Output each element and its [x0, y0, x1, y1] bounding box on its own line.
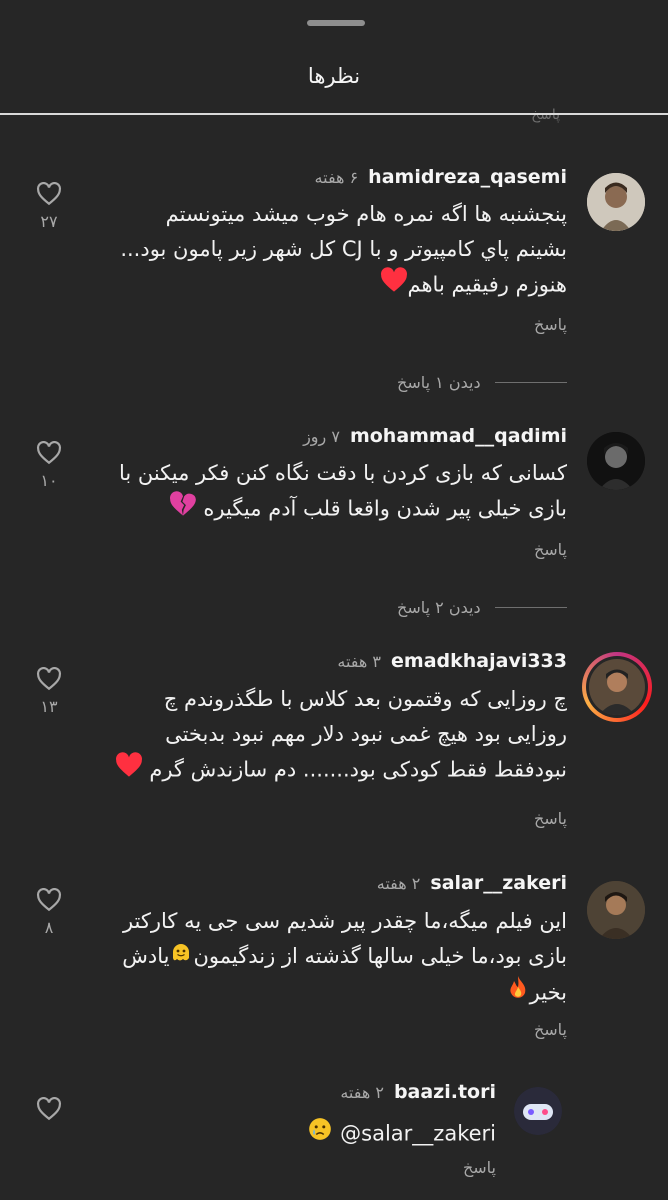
heart-red-emoji [115, 752, 143, 789]
timestamp: ۲ هفته [340, 1083, 384, 1102]
like-button[interactable]: ۲۷ [29, 182, 69, 231]
like-count: ۱۰ [40, 471, 58, 490]
avatar[interactable] [587, 881, 645, 939]
comment-text: کسانی که بازی کردن با دقت نگاه کنن فکر م… [118, 461, 567, 485]
reply-link[interactable]: پاسخ [534, 315, 567, 334]
header-divider [0, 113, 668, 115]
heart-outline-icon [37, 1097, 61, 1121]
heart-outline-icon [37, 441, 61, 465]
view-replies-link[interactable]: دیدن ۱ پاسخ [397, 373, 567, 392]
like-count: ۱۳ [40, 697, 58, 716]
fire-emoji [506, 975, 530, 1012]
heart-red-emoji [380, 267, 408, 304]
reply-link[interactable]: پاسخ [534, 540, 567, 559]
username[interactable]: hamidreza_qasemi [368, 166, 567, 188]
comment-text: نبودفقط فقط کودکی بود....... دم سازندش گ… [149, 757, 567, 782]
comment-text: این فیلم میگه،ما چقدر پیر شدیم سی جی یه … [122, 909, 567, 933]
comment-text: یادش [122, 944, 170, 968]
comment-text: هنوزم رفیقیم باهم [407, 272, 568, 297]
comment-text: بازی بود،ما خیلی سالها گذشته از زندگیمون [193, 944, 567, 968]
avatar[interactable] [587, 432, 645, 490]
like-button[interactable]: ۱۰ [29, 441, 69, 490]
comment-text: پنجشنبه ها اگه نمره هام خوب میشد میتونست… [165, 202, 567, 226]
melting-face-emoji [169, 940, 193, 975]
comment-text: بازی خیلی پیر شدن واقعا قلب آدم میگیره [203, 496, 567, 521]
view-replies-text: دیدن ۲ پاسخ [397, 598, 481, 617]
broken-heart-emoji [169, 491, 197, 528]
comment-text: چ روزایی که وقتمون بعد کلاس با طگذروندم … [163, 687, 567, 711]
avatar[interactable] [587, 173, 645, 231]
heart-outline-icon [37, 888, 61, 912]
like-button[interactable]: ۱۳ [29, 667, 69, 716]
comment-text: بخیر [529, 980, 567, 1004]
comment-text: روزایی بود هیچ غمی نبود دلار مهم نبود بد… [165, 722, 567, 746]
username[interactable]: salar__zakeri [430, 872, 567, 894]
comment-text: بشینم پاي کامپیوتر و با CJ کل شهر زیر پا… [120, 237, 567, 261]
avatar [589, 659, 645, 715]
sheet-title: نظرها [307, 64, 361, 88]
view-replies-line [494, 382, 567, 383]
timestamp: ۶ هفته [314, 168, 359, 187]
avatar[interactable] [514, 1087, 562, 1135]
like-count: ۸ [44, 918, 54, 937]
ghost-reply-link[interactable]: پاسخ [531, 107, 560, 123]
sheet-handle[interactable] [307, 20, 365, 26]
avatar-story-ring[interactable] [582, 652, 652, 722]
like-count: ۲۷ [40, 212, 58, 231]
mention-link[interactable]: @salar__zakeri [340, 1122, 496, 1146]
timestamp: ۷ روز [303, 427, 340, 446]
like-button[interactable] [29, 1097, 69, 1121]
view-replies-line [494, 607, 567, 608]
timestamp: ۳ هفته [337, 652, 382, 671]
reply-link[interactable]: پاسخ [534, 1020, 567, 1039]
heart-outline-icon [37, 667, 61, 691]
like-button[interactable]: ۸ [29, 888, 69, 937]
reply-link[interactable]: پاسخ [534, 809, 567, 828]
timestamp: ۲ هفته [376, 874, 421, 893]
username[interactable]: baazi.tori [394, 1081, 496, 1103]
crying-face-emoji [307, 1116, 333, 1153]
reply-link[interactable]: پاسخ [463, 1158, 496, 1177]
view-replies-link[interactable]: دیدن ۲ پاسخ [397, 598, 567, 617]
username[interactable]: emadkhajavi333 [391, 650, 567, 672]
username[interactable]: mohammad__qadimi [350, 425, 567, 447]
heart-outline-icon [37, 182, 61, 206]
view-replies-text: دیدن ۱ پاسخ [397, 373, 481, 392]
